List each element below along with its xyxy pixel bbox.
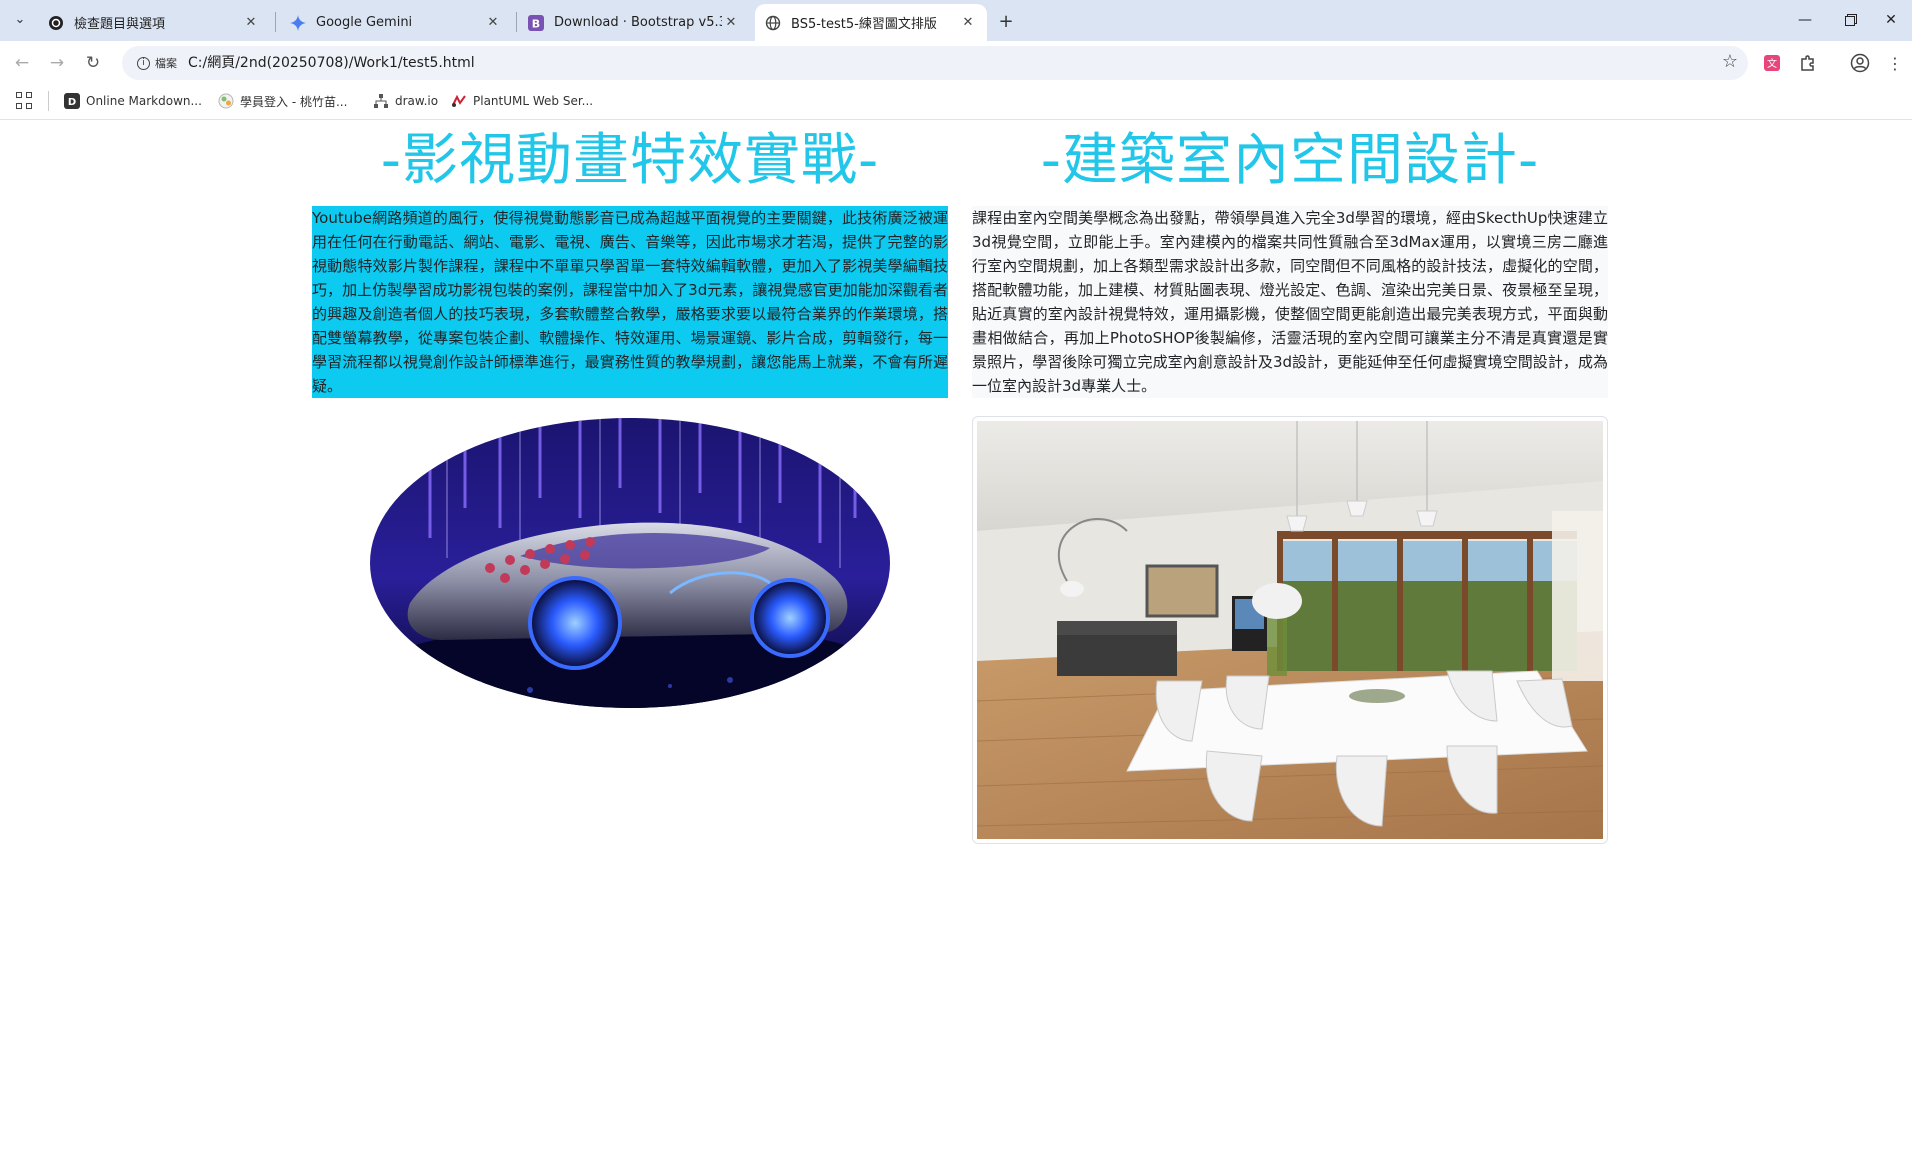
bookmark-label: PlantUML Web Ser... [473, 94, 594, 108]
forward-icon[interactable]: → [43, 49, 71, 77]
concept-car-image [370, 418, 890, 708]
apps-grid-icon[interactable] [16, 92, 34, 110]
chatgpt-icon [48, 15, 64, 31]
extensions-puzzle-icon[interactable] [1797, 52, 1819, 74]
bookmark-student-login[interactable]: 學員登入 - 桃竹苗... [218, 83, 347, 119]
close-window-icon[interactable]: ✕ [1868, 0, 1912, 40]
heading-interior-design: -建築室內空間設計- [1040, 128, 1540, 193]
right-column: -建築室內空間設計- 課程由室內空間美學概念為出發點，帶領學員進入完全3d學習的… [972, 120, 1608, 844]
back-icon[interactable]: ← [8, 49, 36, 77]
left-column: -影視動畫特效實戰- Youtube網路頻道的風行，使得視覺動態影音已成為超越平… [312, 120, 948, 708]
page-content: -影視動畫特效實戰- Youtube網路頻道的風行，使得視覺動態影音已成為超越平… [0, 120, 1912, 1152]
tab-title: BS5-test5-練習圖文排版 [791, 17, 937, 32]
markdown-d-icon: D [64, 93, 80, 109]
tab-bootstrap[interactable]: B Download · Bootstrap v5.3 ✕ [518, 4, 750, 41]
tab-search-chevron-icon[interactable]: ⌄ [8, 7, 32, 31]
close-tab-icon[interactable]: ✕ [722, 14, 740, 32]
tab-separator [516, 12, 517, 32]
plantuml-icon [451, 93, 467, 109]
site-info-chip[interactable]: i 檔案 [130, 51, 184, 75]
browser-toolbar: ← → ↻ i 檔案 C:/網頁/2nd(20250708)/Work1/tes… [0, 41, 1912, 83]
close-tab-icon[interactable]: ✕ [484, 14, 502, 32]
url-text[interactable]: C:/網頁/2nd(20250708)/Work1/test5.html [188, 46, 475, 80]
close-tab-icon[interactable]: ✕ [242, 14, 260, 32]
tab-chatgpt[interactable]: 檢查題目與選項 ✕ [38, 4, 270, 41]
file-chip-label: 檔案 [155, 57, 177, 70]
tab-active-test5[interactable]: BS5-test5-練習圖文排版 ✕ [755, 4, 987, 41]
globe-colored-icon [218, 93, 234, 109]
tab-title: Download · Bootstrap v5.3 [554, 15, 722, 30]
svg-text:D: D [68, 97, 76, 108]
gemini-icon [290, 14, 306, 31]
paragraph-interior-design: 課程由室內空間美學概念為出發點，帶領學員進入完全3d學習的環境，經由Skecth… [972, 206, 1608, 398]
drawio-icon [373, 93, 389, 109]
info-icon: i [137, 56, 150, 70]
tab-title: Google Gemini [316, 15, 413, 30]
svg-text:B: B [532, 17, 540, 30]
tab-strip: ⌄ 檢查題目與選項 ✕ Google Gemini ✕ B Download ·… [0, 0, 1912, 41]
bookmark-label: 學員登入 - 桃竹苗... [240, 94, 348, 109]
interior-dining-room-image [972, 416, 1608, 844]
close-tab-icon[interactable]: ✕ [959, 14, 977, 32]
bookmark-label: Online Markdown... [86, 94, 202, 108]
svg-text:文: 文 [1767, 57, 1777, 70]
bookmark-separator [48, 91, 49, 111]
new-tab-icon[interactable]: + [994, 9, 1018, 33]
bookmarks-bar: D Online Markdown... 學員登入 - 桃竹苗... draw.… [0, 83, 1912, 120]
bookmark-drawio[interactable]: draw.io [373, 83, 438, 119]
minimize-icon[interactable]: — [1782, 0, 1828, 40]
globe-icon [765, 15, 781, 31]
reload-icon[interactable]: ↻ [79, 49, 107, 77]
heading-video-effects: -影視動畫特效實戰- [380, 128, 880, 193]
menu-kebab-icon[interactable]: ⋮ [1884, 52, 1906, 74]
profile-icon[interactable] [1849, 52, 1871, 74]
bookmark-label: draw.io [395, 94, 439, 108]
tab-title: 檢查題目與選項 [74, 17, 166, 32]
bookmark-plantuml[interactable]: PlantUML Web Ser... [451, 83, 593, 119]
bookmark-online-markdown[interactable]: D Online Markdown... [64, 83, 202, 119]
extension-translate-icon[interactable]: 文 [1761, 52, 1783, 74]
tab-gemini[interactable]: Google Gemini ✕ [280, 4, 512, 41]
bootstrap-icon: B [528, 14, 544, 31]
tab-separator [275, 12, 276, 32]
paragraph-video-effects: Youtube網路頻道的風行，使得視覺動態影音已成為超越平面視覺的主要關鍵，此技… [312, 206, 948, 398]
bookmark-star-icon[interactable]: ☆ [1722, 51, 1738, 72]
address-bar[interactable]: i 檔案 C:/網頁/2nd(20250708)/Work1/test5.htm… [122, 46, 1748, 80]
